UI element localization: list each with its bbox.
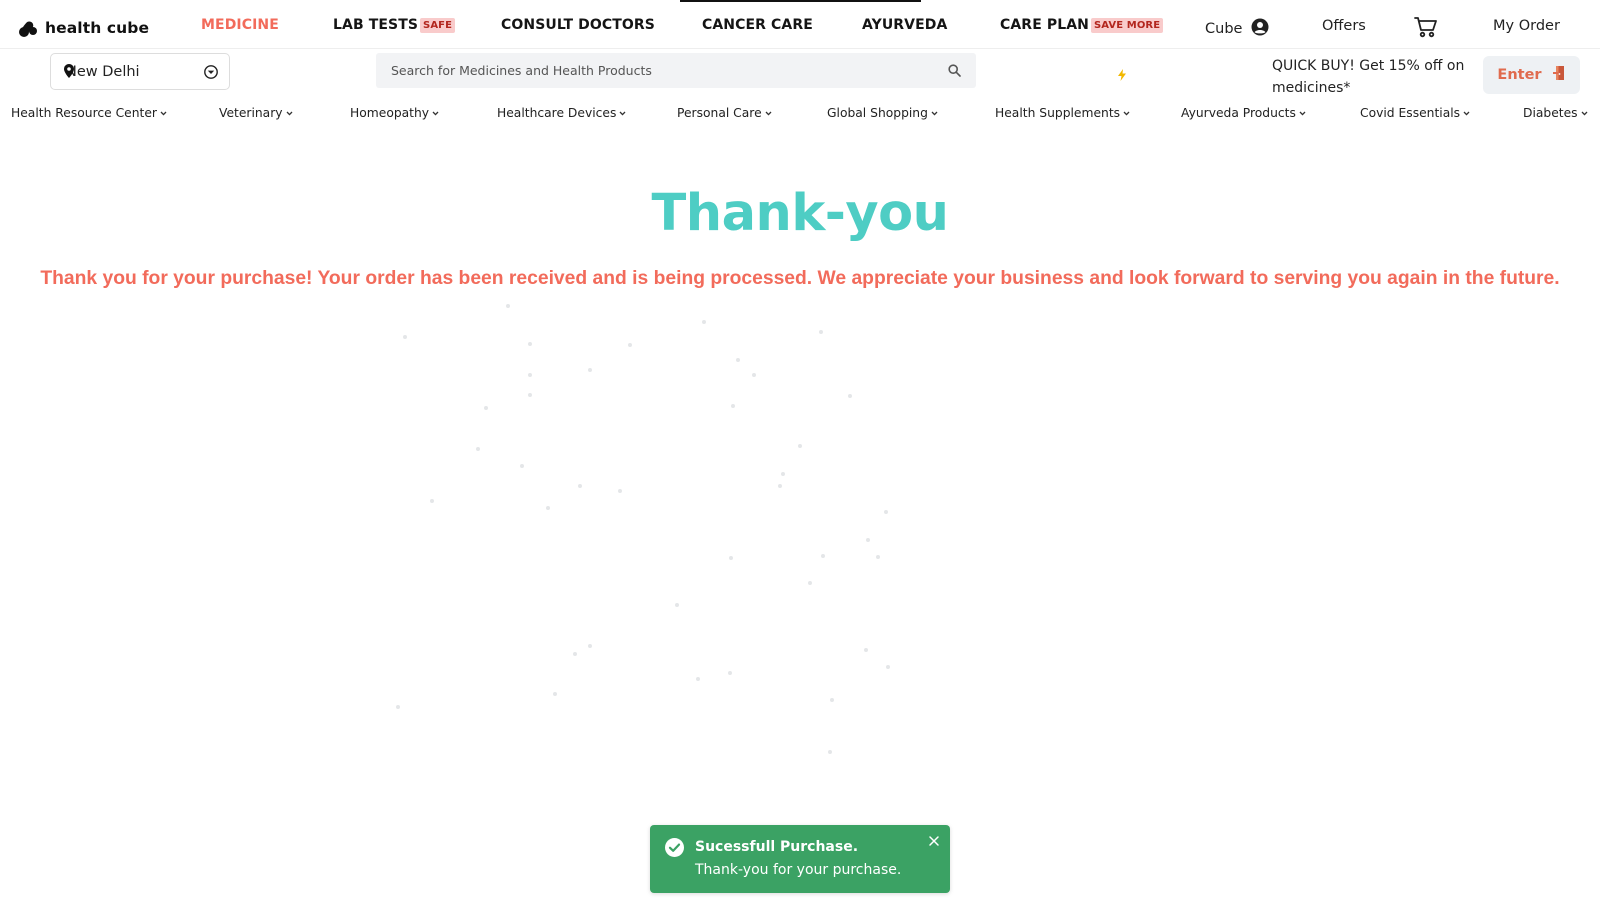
dropdown-icon bbox=[204, 65, 218, 83]
toast-title: Sucessfull Purchase. bbox=[695, 839, 859, 855]
nav-lab-tests[interactable]: LAB TESTS SAFE bbox=[333, 17, 456, 33]
chevron-down-icon bbox=[432, 105, 439, 119]
category-label: Global Shopping bbox=[827, 106, 928, 120]
chevron-down-icon bbox=[1581, 105, 1588, 119]
nav-label: LAB TESTS bbox=[333, 17, 419, 33]
chevron-down-icon bbox=[931, 105, 938, 119]
offers-link[interactable]: Offers bbox=[1322, 18, 1366, 34]
top-navigation: health cube MEDICINE LAB TESTS SAFE CONS… bbox=[0, 0, 1600, 49]
location-selector[interactable]: New Delhi bbox=[50, 53, 230, 90]
user-icon bbox=[1251, 18, 1269, 40]
enter-label: Enter bbox=[1497, 67, 1542, 83]
my-order-link[interactable]: My Order bbox=[1493, 18, 1560, 34]
confetti-decoration bbox=[396, 304, 890, 754]
nav-label: CONSULT DOCTORS bbox=[501, 17, 655, 33]
logo-text: health cube bbox=[45, 19, 150, 37]
save-more-badge: SAVE MORE bbox=[1090, 17, 1164, 33]
nav-medicine[interactable]: MEDICINE bbox=[201, 17, 279, 33]
category-label: Covid Essentials bbox=[1360, 106, 1461, 120]
chevron-down-icon bbox=[1299, 105, 1306, 119]
category-label: Personal Care bbox=[677, 106, 762, 120]
category-health-resource-center[interactable]: Health Resource Center bbox=[11, 106, 167, 120]
search-icon[interactable] bbox=[948, 64, 961, 82]
search-input[interactable] bbox=[376, 53, 936, 88]
category-label: Ayurveda Products bbox=[1181, 106, 1296, 120]
category-label: Health Resource Center bbox=[11, 106, 157, 120]
category-label: Homeopathy bbox=[350, 106, 430, 120]
category-personal-care[interactable]: Personal Care bbox=[677, 106, 772, 120]
chevron-down-icon bbox=[286, 105, 293, 119]
success-toast: Sucessfull Purchase. Thank-you for your … bbox=[650, 825, 950, 893]
chevron-down-icon bbox=[1463, 105, 1470, 119]
chevron-down-icon bbox=[619, 105, 626, 119]
thank-you-message: Thank you for your purchase! Your order … bbox=[40, 268, 1560, 289]
nav-care-plan[interactable]: CARE PLAN SAVE MORE bbox=[1000, 17, 1164, 33]
logo-icon bbox=[18, 18, 40, 38]
offers-label: Offers bbox=[1322, 18, 1366, 34]
nav-cancer-care[interactable]: CANCER CARE bbox=[702, 17, 813, 33]
category-label: Diabetes bbox=[1523, 106, 1578, 120]
nav-label: AYURVEDA bbox=[862, 17, 948, 33]
nav-label: CARE PLAN bbox=[1000, 17, 1089, 33]
category-health-supplements[interactable]: Health Supplements bbox=[995, 106, 1130, 120]
nav-consult-doctors[interactable]: CONSULT DOCTORS bbox=[501, 17, 655, 33]
category-covid-essentials[interactable]: Covid Essentials bbox=[1360, 106, 1470, 120]
category-label: Healthcare Devices bbox=[497, 106, 617, 120]
enter-button[interactable]: Enter bbox=[1483, 56, 1580, 94]
chevron-down-icon bbox=[160, 105, 167, 119]
quick-buy-promo[interactable]: QUICK BUY! Get 15% off on medicines* bbox=[1272, 55, 1472, 99]
exit-door-icon bbox=[1552, 65, 1566, 85]
bolt-icon bbox=[1118, 68, 1126, 86]
chevron-down-icon bbox=[765, 105, 772, 119]
user-label: Cube bbox=[1205, 21, 1243, 37]
nav-ayurveda[interactable]: AYURVEDA bbox=[862, 17, 947, 33]
category-homeopathy[interactable]: Homeopathy bbox=[350, 106, 439, 120]
category-diabetes[interactable]: Diabetes bbox=[1523, 106, 1588, 120]
safe-badge: SAFE bbox=[420, 17, 456, 33]
category-healthcare-devices[interactable]: Healthcare Devices bbox=[497, 106, 626, 120]
location-pin-icon bbox=[64, 64, 74, 82]
nav-label: MEDICINE bbox=[201, 17, 279, 33]
logo[interactable]: health cube bbox=[18, 16, 149, 40]
cart-icon bbox=[1414, 16, 1438, 42]
nav-label: CANCER CARE bbox=[702, 17, 813, 33]
active-tab-indicator bbox=[680, 0, 921, 2]
category-label: Health Supplements bbox=[995, 106, 1121, 120]
search-bar bbox=[376, 53, 976, 88]
category-label: Veterinary bbox=[219, 106, 283, 120]
category-ayurveda-products[interactable]: Ayurveda Products bbox=[1181, 106, 1306, 120]
location-label: New Delhi bbox=[66, 63, 140, 80]
user-account-button[interactable]: Cube bbox=[1205, 18, 1269, 40]
toast-message: Thank-you for your purchase. bbox=[695, 862, 902, 878]
my-order-label: My Order bbox=[1493, 18, 1560, 34]
chevron-down-icon bbox=[1123, 105, 1130, 119]
cart-button[interactable] bbox=[1414, 16, 1438, 42]
category-global-shopping[interactable]: Global Shopping bbox=[827, 106, 938, 120]
check-circle-icon bbox=[665, 838, 684, 862]
category-veterinary[interactable]: Veterinary bbox=[219, 106, 293, 120]
close-icon[interactable] bbox=[927, 834, 941, 848]
page-title: Thank-you bbox=[651, 184, 950, 243]
